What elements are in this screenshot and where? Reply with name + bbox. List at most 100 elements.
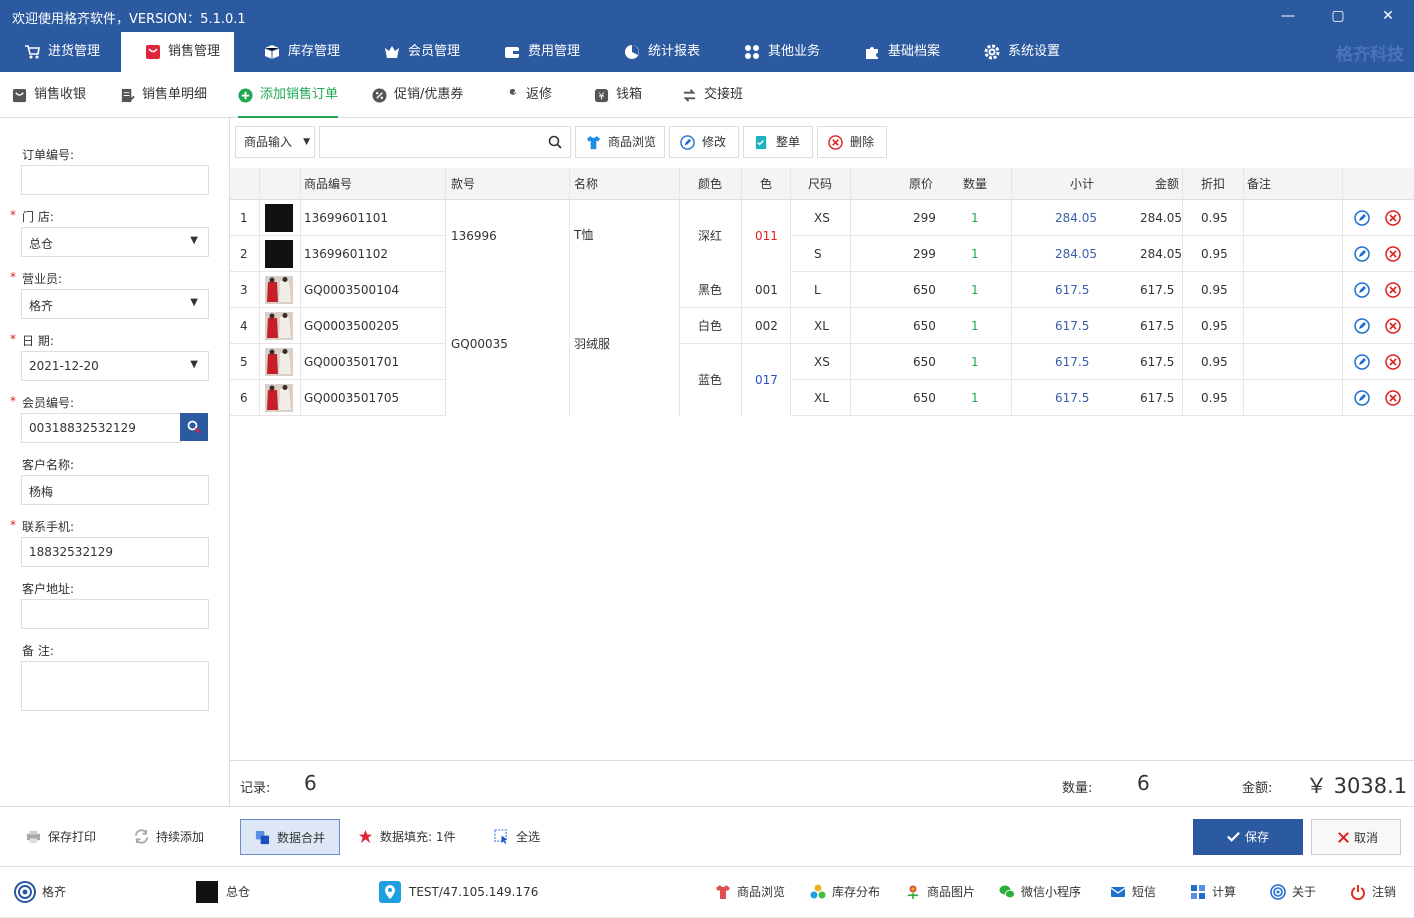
- grid-line: [259, 168, 260, 415]
- amount-cell: 617.5: [1140, 283, 1175, 297]
- nav-label: 进货管理: [48, 44, 101, 59]
- select-all-button[interactable]: 全选: [494, 819, 540, 855]
- color-code-cell: 001: [755, 283, 778, 297]
- chevron-down-icon: ▼: [190, 235, 198, 246]
- save-button[interactable]: 保存: [1193, 819, 1303, 855]
- nav-item-expense[interactable]: 费用管理: [504, 32, 580, 72]
- table-row[interactable]: 5 GQ0003501701 XS 650 1 617.5 617.5 0.95: [230, 344, 1414, 380]
- row-index-cell: 4: [240, 319, 248, 333]
- price-cell: 650: [913, 391, 936, 405]
- merge-data-button[interactable]: 数据合并: [240, 819, 340, 855]
- size-cell: XS: [814, 355, 830, 369]
- status-link-wechat[interactable]: 微信小程序: [999, 867, 1081, 918]
- table-header: 商品编号 款号 名称 颜色 色 尺码 原价 数量 小计 金额 折扣 备注: [230, 168, 1414, 200]
- subnav-item-add-order[interactable]: 添加销售订单: [238, 72, 339, 118]
- records-label: 记录:: [240, 781, 271, 796]
- product-search-input[interactable]: [319, 126, 571, 158]
- table-row[interactable]: 1 13699601101 XS 299 1 284.05 284.05 0.95: [230, 200, 1414, 236]
- amount-cell: 617.5: [1140, 391, 1175, 405]
- merge-icon: [255, 830, 270, 845]
- delete-button[interactable]: 删除: [817, 126, 887, 158]
- amount-cell: 617.5: [1140, 319, 1175, 333]
- row-edit-icon[interactable]: [1354, 282, 1370, 298]
- continuous-add-button[interactable]: 持续添加: [134, 819, 204, 855]
- close-button[interactable]: ✕: [1376, 4, 1400, 28]
- member-input[interactable]: 00318832532129: [21, 413, 181, 443]
- row-edit-icon[interactable]: [1354, 318, 1370, 334]
- row-edit-icon[interactable]: [1354, 246, 1370, 262]
- calculator-icon: [1191, 885, 1205, 899]
- address-label: 客户地址:: [22, 582, 75, 596]
- table-row[interactable]: 6 GQ0003501705 XL 650 1 617.5 617.5 0.95: [230, 380, 1414, 416]
- subnav-item-repair[interactable]: 返修: [504, 72, 552, 118]
- order-no-field[interactable]: [21, 165, 209, 195]
- subnav-item-promotion[interactable]: 促销/优惠券: [372, 72, 463, 118]
- nav-item-member[interactable]: 会员管理: [384, 32, 460, 72]
- nav-item-reports[interactable]: 统计报表: [624, 32, 700, 72]
- subnav-item-sales-detail[interactable]: 销售单明细: [120, 72, 207, 118]
- member-search-button[interactable]: [180, 413, 208, 441]
- wallet-icon: [505, 47, 519, 58]
- note-textarea[interactable]: [21, 661, 209, 711]
- nav-item-settings[interactable]: 系统设置: [984, 32, 1060, 72]
- row-edit-icon[interactable]: [1354, 354, 1370, 370]
- table-row[interactable]: 3 GQ0003500104 L 650 1 617.5 617.5 0.95: [230, 272, 1414, 308]
- whole-order-button[interactable]: 整单: [743, 126, 813, 158]
- row-delete-icon[interactable]: [1385, 390, 1401, 406]
- date-picker[interactable]: 2021-12-20 ▼: [21, 351, 209, 381]
- nav-item-archive[interactable]: 基础档案: [864, 32, 940, 72]
- clerk-label: * 营业员:: [10, 270, 63, 286]
- quantity-cell: 1: [971, 391, 979, 405]
- row-delete-icon[interactable]: [1385, 354, 1401, 370]
- clerk-select[interactable]: 格齐 ▼: [21, 289, 209, 319]
- status-link-calculator[interactable]: 计算: [1190, 867, 1236, 918]
- status-link-product-images[interactable]: 商品图片: [905, 867, 975, 918]
- nav-item-sales[interactable]: 销售管理: [121, 32, 234, 72]
- discount-cell: 0.95: [1201, 247, 1228, 261]
- nav-label: 系统设置: [1008, 44, 1061, 59]
- maximize-button[interactable]: ▢: [1326, 4, 1350, 28]
- row-delete-icon[interactable]: [1385, 246, 1401, 262]
- row-edit-icon[interactable]: [1354, 390, 1370, 406]
- color-code-cell: 017: [755, 373, 778, 387]
- save-print-button[interactable]: 保存打印: [26, 819, 96, 855]
- subtotal-cell: 617.5: [1055, 319, 1090, 333]
- amount-cell: 284.05: [1140, 211, 1182, 225]
- table-row[interactable]: 4 GQ0003500205 XL 650 1 617.5 617.5 0.95: [230, 308, 1414, 344]
- customer-input[interactable]: 杨梅: [21, 475, 209, 505]
- data-fill-button[interactable]: 数据填充: 1件: [358, 819, 456, 855]
- row-delete-icon[interactable]: [1385, 210, 1401, 226]
- table-row[interactable]: 2 13699601102 S 299 1 284.05 284.05 0.95: [230, 236, 1414, 272]
- product-code-cell: 13699601102: [304, 247, 388, 261]
- address-input[interactable]: [21, 599, 209, 629]
- subnav-item-shift[interactable]: 交接班: [682, 72, 743, 118]
- nav-label: 销售管理: [168, 44, 221, 59]
- nav-item-inventory[interactable]: 库存管理: [264, 32, 340, 72]
- subnav-item-cashbox[interactable]: ¥ 钱箱: [594, 72, 642, 118]
- product-browse-button[interactable]: 商品浏览: [575, 126, 665, 158]
- edit-button[interactable]: 修改: [669, 126, 739, 158]
- close-icon: [1338, 832, 1349, 843]
- brand-logo: 格齐科技: [1336, 45, 1404, 65]
- bag-icon: [12, 88, 27, 103]
- quantity-cell: 1: [971, 283, 979, 297]
- row-delete-icon[interactable]: [1385, 318, 1401, 334]
- minimize-button[interactable]: —: [1276, 4, 1300, 28]
- cancel-button[interactable]: 取消: [1311, 819, 1401, 855]
- status-link-product-browse[interactable]: 商品浏览: [715, 867, 785, 918]
- nav-item-other[interactable]: 其他业务: [744, 32, 820, 72]
- row-delete-icon[interactable]: [1385, 282, 1401, 298]
- row-edit-icon[interactable]: [1354, 210, 1370, 226]
- status-link-stock-distribution[interactable]: 库存分布: [810, 867, 880, 918]
- store-select[interactable]: 总仓 ▼: [21, 227, 209, 257]
- status-link-about[interactable]: 关于: [1270, 867, 1316, 918]
- nav-item-purchase[interactable]: 进货管理: [24, 32, 100, 72]
- size-cell: XL: [814, 319, 829, 333]
- status-link-sms[interactable]: 短信: [1110, 867, 1156, 918]
- input-mode-select[interactable]: 商品输入 ▼: [235, 126, 315, 158]
- subnav-item-checkout[interactable]: 销售收银: [12, 72, 86, 118]
- cart-icon: [25, 45, 40, 59]
- server-info: TEST/47.105.149.176: [379, 867, 538, 918]
- phone-input[interactable]: 18832532129: [21, 537, 209, 567]
- status-link-logout[interactable]: 注销: [1350, 867, 1396, 918]
